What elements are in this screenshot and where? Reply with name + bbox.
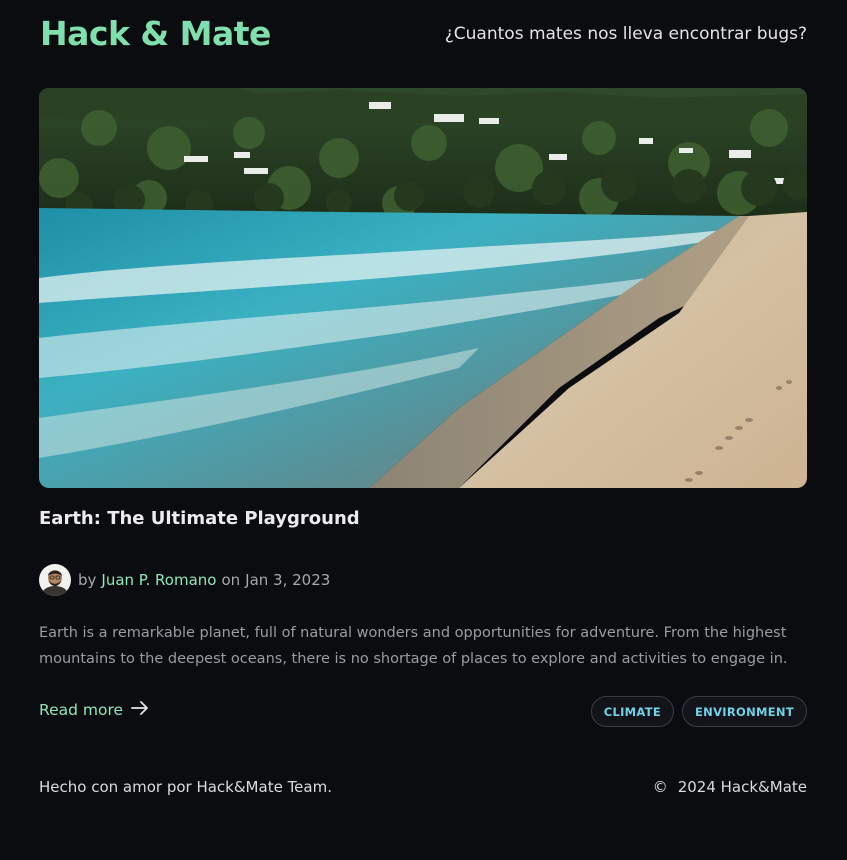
read-more-label: Read more <box>39 701 124 719</box>
footer-copyright: © 2024 Hack&Mate <box>653 778 807 796</box>
site-header: Hack & Mate ¿Cuantos mates nos lleva enc… <box>40 0 807 68</box>
site-tagline: ¿Cuantos mates nos lleva encontrar bugs? <box>444 24 807 44</box>
post-meta: by Juan P. Romano on Jan 3, 2023 <box>39 564 330 596</box>
author-link[interactable]: Juan P. Romano <box>101 571 216 589</box>
arrow-right-icon <box>131 701 149 719</box>
post-excerpt: Earth is a remarkable planet, full of na… <box>39 625 788 667</box>
post-title[interactable]: Earth: The Ultimate Playground <box>39 508 360 529</box>
tag-climate[interactable]: CLIMATE <box>590 696 675 727</box>
copyright-symbol: © <box>652 778 668 796</box>
tag-environment[interactable]: ENVIRONMENT <box>682 696 807 727</box>
footer-credit: Hecho con amor por Hack&Mate Team. <box>39 778 332 796</box>
site-logo-link[interactable]: Hack & Mate <box>40 14 271 53</box>
post-hero-image[interactable] <box>39 88 807 488</box>
author-avatar <box>39 564 71 596</box>
page: Hack & Mate ¿Cuantos mates nos lleva enc… <box>0 0 847 860</box>
meta-by-label: by <box>78 571 97 589</box>
copyright-text: 2024 Hack&Mate <box>677 778 807 796</box>
post-date: Jan 3, 2023 <box>245 571 331 589</box>
meta-date-prefix: on <box>221 571 241 589</box>
read-more-link[interactable]: Read more <box>39 701 149 719</box>
post-tags: CLIMATE ENVIRONMENT <box>590 696 807 727</box>
